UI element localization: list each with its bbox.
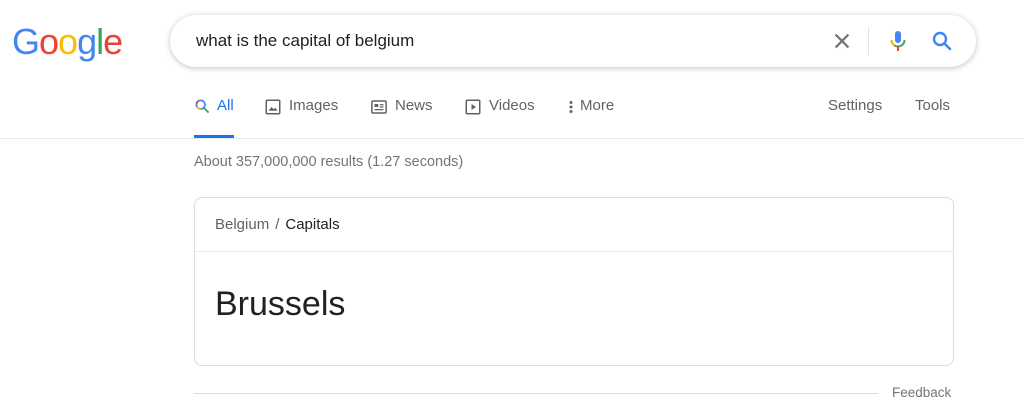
- search-divider: [868, 27, 869, 55]
- tab-videos[interactable]: Videos: [464, 96, 535, 138]
- vertical-dots-icon: [566, 98, 576, 116]
- breadcrumb-current: Capitals: [285, 216, 340, 233]
- search-submit-button[interactable]: [922, 15, 962, 67]
- answer-text: Brussels: [215, 285, 346, 323]
- tab-news[interactable]: News: [370, 96, 433, 138]
- tab-settings[interactable]: Settings: [828, 96, 882, 138]
- close-icon: [834, 33, 850, 49]
- tab-settings-label: Settings: [828, 97, 883, 114]
- search-input[interactable]: what is the capital of belgium: [196, 15, 816, 67]
- answer-card-header: Belgium / Capitals: [195, 198, 953, 252]
- logo-letter: e: [103, 21, 123, 62]
- search-tabs: All Images News Videos More Settings Too…: [0, 96, 1024, 138]
- search-results-page: Google what is the capital of belgium Al…: [0, 0, 1024, 410]
- tab-all-label: All: [217, 97, 234, 114]
- search-icon: [932, 31, 952, 51]
- tab-videos-label: Videos: [489, 97, 535, 114]
- microphone-icon: [890, 31, 906, 51]
- image-icon: [264, 98, 282, 116]
- newspaper-icon: [370, 98, 388, 116]
- tab-news-label: News: [395, 97, 433, 114]
- tab-more[interactable]: More: [566, 96, 614, 138]
- answer-card: Belgium / Capitals Brussels: [194, 197, 954, 366]
- search-icon: [194, 98, 210, 114]
- result-stats: About 357,000,000 results (1.27 seconds): [194, 154, 464, 170]
- logo-letter: o: [39, 21, 59, 62]
- tab-images[interactable]: Images: [264, 96, 338, 138]
- breadcrumb-parent[interactable]: Belgium: [215, 216, 269, 233]
- logo-letter: G: [12, 21, 40, 62]
- clear-search-button[interactable]: [822, 15, 862, 67]
- logo-letter: l: [96, 21, 104, 62]
- tab-all[interactable]: All: [194, 96, 234, 138]
- search-box: what is the capital of belgium: [170, 15, 976, 67]
- tab-images-label: Images: [289, 97, 339, 114]
- play-icon: [464, 98, 482, 116]
- logo-letter: g: [77, 21, 97, 62]
- tabs-divider: [0, 138, 1024, 139]
- breadcrumb-separator: /: [275, 216, 280, 233]
- google-logo[interactable]: Google: [12, 21, 123, 62]
- tab-tools[interactable]: Tools: [915, 96, 950, 138]
- feedback-divider: [194, 393, 878, 394]
- voice-search-button[interactable]: [878, 15, 918, 67]
- feedback-link[interactable]: Feedback: [892, 385, 951, 400]
- logo-letter: o: [58, 21, 78, 62]
- tab-tools-label: Tools: [915, 97, 951, 114]
- tab-more-label: More: [580, 97, 615, 114]
